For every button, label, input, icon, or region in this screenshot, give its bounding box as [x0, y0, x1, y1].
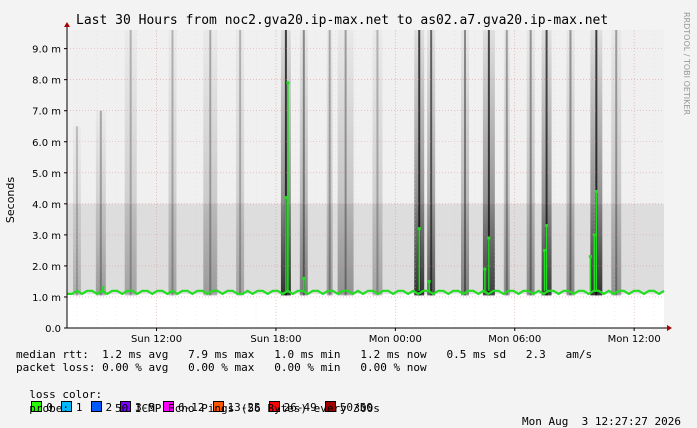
x-axis-arrow: [667, 325, 672, 331]
median-point: [427, 279, 431, 283]
smoke-core: [569, 30, 572, 296]
watermark: RRDTOOL / TOBI OETIKER: [682, 12, 691, 115]
median-point: [588, 255, 592, 259]
median-point: [417, 227, 421, 231]
smoke-core: [129, 30, 132, 296]
median-point: [487, 236, 491, 240]
timestamp: Mon Aug 3 12:27:27 2026: [522, 415, 681, 428]
y-tick-label: 7.0 m: [32, 107, 61, 118]
chart-title: Last 30 Hours from noc2.gva20.ip-max.net…: [76, 13, 608, 28]
smoke-core: [239, 30, 242, 296]
x-tick-label: Mon 12:00: [608, 334, 661, 345]
smoke-core: [328, 30, 331, 296]
y-axis-label: Seconds: [4, 177, 17, 223]
probe-line: probe: 50 ICMP Echo Pings (56 Bytes) ever…: [16, 389, 681, 428]
median-point: [543, 248, 547, 252]
y-axis-arrow: [64, 22, 70, 27]
median-point: [592, 233, 596, 237]
smoke-core: [376, 30, 379, 296]
packet-loss-stats: packet loss: 0.00 % avg 0.00 % max 0.00 …: [16, 361, 427, 374]
y-tick-label: 8.0 m: [32, 76, 61, 87]
probe-description: 50 ICMP Echo Pings (56 Bytes) every 300s: [115, 402, 380, 415]
smoke-core: [464, 30, 466, 296]
y-tick-label: 5.0 m: [32, 169, 61, 180]
x-tick-label: Sun 12:00: [131, 334, 182, 345]
smoke-core: [505, 30, 508, 296]
smoke-core: [529, 30, 532, 296]
y-tick-label: 9.0 m: [32, 45, 61, 56]
median-point: [594, 189, 598, 193]
y-tick-label: 3.0 m: [32, 231, 61, 242]
smoke-core: [344, 30, 347, 296]
median-point: [286, 81, 290, 85]
smoke-core: [430, 30, 433, 296]
median-point: [302, 276, 306, 280]
y-tick-label: 1.0 m: [32, 293, 61, 304]
x-tick-label: Mon 00:00: [369, 334, 422, 345]
median-rtt-stats: median rtt: 1.2 ms avg 7.9 ms max 1.0 ms…: [16, 348, 593, 361]
smoke-core: [615, 30, 618, 296]
median-point: [545, 224, 549, 228]
smoke-core: [99, 110, 102, 296]
smoke-core: [171, 30, 174, 296]
x-tick-label: Sun 18:00: [250, 334, 301, 345]
median-point: [483, 267, 487, 271]
y-tick-label: 4.0 m: [32, 200, 61, 211]
y-tick-label: 6.0 m: [32, 138, 61, 149]
median-point: [284, 196, 288, 200]
smoke-core: [209, 30, 212, 296]
smoke-core: [302, 30, 305, 296]
median-point: [101, 286, 105, 290]
probe-label: probe:: [29, 402, 69, 415]
y-tick-label: 2.0 m: [32, 262, 61, 273]
y-tick-label: 0.0: [45, 324, 61, 335]
x-tick-label: Mon 06:00: [488, 334, 541, 345]
